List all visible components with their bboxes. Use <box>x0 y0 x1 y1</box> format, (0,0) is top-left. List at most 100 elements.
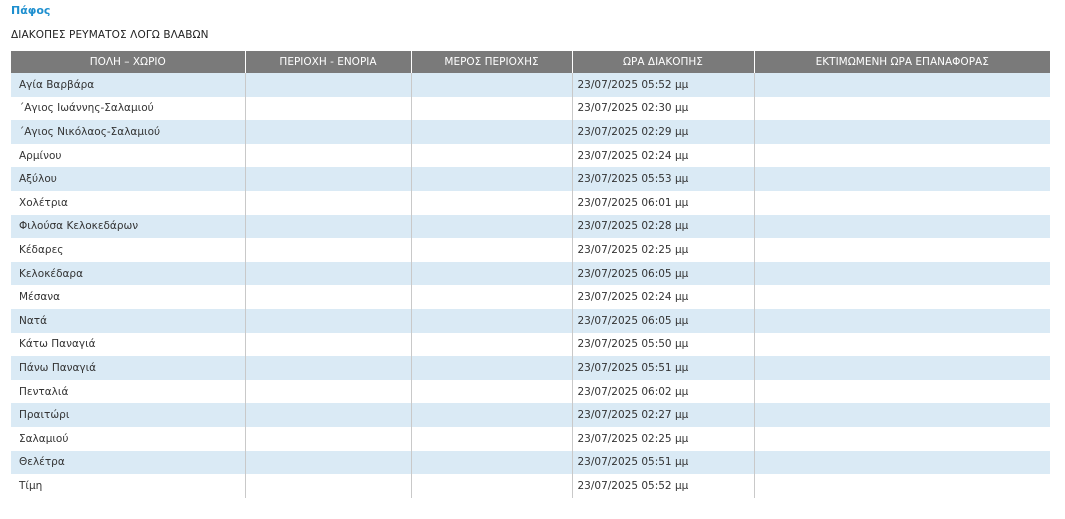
cell-area-part <box>411 167 573 191</box>
cell-area-part <box>411 190 573 215</box>
cell-outage-time: 23/07/2025 06:01 μμ <box>572 190 755 215</box>
cell-outage-time: 23/07/2025 05:52 μμ <box>572 474 755 498</box>
cell-village: Μέσανα <box>11 285 246 309</box>
table-row: Σαλαμιού 23/07/2025 02:25 μμ <box>11 426 1050 451</box>
cell-parish <box>245 379 412 404</box>
cell-restore-time <box>754 403 1050 427</box>
cell-parish <box>245 143 412 168</box>
cell-parish <box>245 285 412 309</box>
cell-parish <box>245 332 412 357</box>
cell-restore-time <box>754 450 1050 475</box>
cell-restore-time <box>754 426 1050 451</box>
cell-village: Αρμίνου <box>11 143 246 168</box>
cell-restore-time <box>754 308 1050 333</box>
cell-restore-time <box>754 73 1050 97</box>
cell-village: Κέδαρες <box>11 238 246 262</box>
cell-area-part <box>411 332 573 357</box>
table-row: Κάτω Παναγιά 23/07/2025 05:50 μμ <box>11 332 1050 357</box>
cell-outage-time: 23/07/2025 02:28 μμ <box>572 214 755 239</box>
cell-village: Νατά <box>11 308 246 333</box>
cell-parish <box>245 426 412 451</box>
cell-outage-time: 23/07/2025 05:51 μμ <box>572 356 755 380</box>
cell-outage-time: 23/07/2025 06:02 μμ <box>572 379 755 404</box>
outages-table: ΠΟΛΗ – ΧΩΡΙΟ ΠΕΡΙΟΧΗ - ΕΝΟΡΙΑ ΜΕΡΟΣ ΠΕΡΙ… <box>11 51 1050 498</box>
cell-parish <box>245 167 412 191</box>
cell-restore-time <box>754 474 1050 498</box>
cell-area-part <box>411 285 573 309</box>
table-row: Κελοκέδαρα 23/07/2025 06:05 μμ <box>11 261 1050 286</box>
cell-village: Φιλούσα Κελοκεδάρων <box>11 214 246 239</box>
cell-outage-time: 23/07/2025 05:50 μμ <box>572 332 755 357</box>
cell-outage-time: 23/07/2025 02:24 μμ <box>572 285 755 309</box>
cell-outage-time: 23/07/2025 06:05 μμ <box>572 308 755 333</box>
cell-area-part <box>411 238 573 262</box>
cell-parish <box>245 73 412 97</box>
cell-area-part <box>411 96 573 121</box>
table-row: ΄Αγιος Ιωάννης-Σαλαμιού 23/07/2025 02:30 … <box>11 96 1050 121</box>
cell-outage-time: 23/07/2025 05:53 μμ <box>572 167 755 191</box>
cell-village: Τίμη <box>11 474 246 498</box>
cell-village: Κάτω Παναγιά <box>11 332 246 357</box>
table-row: Πάνω Παναγιά 23/07/2025 05:51 μμ <box>11 356 1050 380</box>
table-row: Πραιτώρι 23/07/2025 02:27 μμ <box>11 403 1050 427</box>
cell-area-part <box>411 379 573 404</box>
cell-outage-time: 23/07/2025 02:24 μμ <box>572 143 755 168</box>
cell-outage-time: 23/07/2025 02:25 μμ <box>572 426 755 451</box>
cell-restore-time <box>754 356 1050 380</box>
cell-parish <box>245 356 412 380</box>
column-header-outage-time: ΩΡΑ ΔΙΑΚΟΠΗΣ <box>572 51 755 73</box>
table-row: Αγία Βαρβάρα 23/07/2025 05:52 μμ <box>11 73 1050 97</box>
cell-restore-time <box>754 96 1050 121</box>
cell-parish <box>245 190 412 215</box>
cell-village: Πενταλιά <box>11 379 246 404</box>
cell-area-part <box>411 356 573 380</box>
table-header-row: ΠΟΛΗ – ΧΩΡΙΟ ΠΕΡΙΟΧΗ - ΕΝΟΡΙΑ ΜΕΡΟΣ ΠΕΡΙ… <box>11 51 1050 73</box>
table-row: Κέδαρες 23/07/2025 02:25 μμ <box>11 238 1050 262</box>
table-row: Χολέτρια 23/07/2025 06:01 μμ <box>11 190 1050 215</box>
cell-village: Πραιτώρι <box>11 403 246 427</box>
cell-restore-time <box>754 332 1050 357</box>
table-body: Αγία Βαρβάρα 23/07/2025 05:52 μμ ΄Αγιος Ιω… <box>11 73 1050 498</box>
cell-outage-time: 23/07/2025 06:05 μμ <box>572 261 755 286</box>
cell-village: Πάνω Παναγιά <box>11 356 246 380</box>
cell-area-part <box>411 214 573 239</box>
cell-parish <box>245 403 412 427</box>
cell-outage-time: 23/07/2025 02:29 μμ <box>572 120 755 144</box>
cell-village: Θελέτρα <box>11 450 246 475</box>
cell-parish <box>245 308 412 333</box>
cell-village: ΄Αγιος Ιωάννης-Σαλαμιού <box>11 96 246 121</box>
cell-parish <box>245 261 412 286</box>
cell-restore-time <box>754 238 1050 262</box>
table-row: Φιλούσα Κελοκεδάρων 23/07/2025 02:28 μμ <box>11 214 1050 239</box>
page-heading: ΔΙΑΚΟΠΕΣ ΡΕΥΜΑΤΟΣ ΛΟΓΩ ΒΛΑΒΩΝ <box>11 29 209 41</box>
cell-parish <box>245 214 412 239</box>
cell-village: Χολέτρια <box>11 190 246 215</box>
cell-parish <box>245 120 412 144</box>
cell-area-part <box>411 474 573 498</box>
cell-restore-time <box>754 120 1050 144</box>
table-row: Τίμη 23/07/2025 05:52 μμ <box>11 474 1050 498</box>
cell-area-part <box>411 403 573 427</box>
cell-restore-time <box>754 379 1050 404</box>
table-row: ΄Αγιος Νικόλαος-Σαλαμιού 23/07/2025 02:29… <box>11 120 1050 144</box>
cell-village: Αγία Βαρβάρα <box>11 73 246 97</box>
table-row: Πενταλιά 23/07/2025 06:02 μμ <box>11 379 1050 404</box>
table-row: Νατά 23/07/2025 06:05 μμ <box>11 308 1050 333</box>
table-row: Μέσανα 23/07/2025 02:24 μμ <box>11 285 1050 309</box>
cell-outage-time: 23/07/2025 02:25 μμ <box>572 238 755 262</box>
column-header-area-part: ΜΕΡΟΣ ΠΕΡΙΟΧΗΣ <box>411 51 573 73</box>
cell-village: Κελοκέδαρα <box>11 261 246 286</box>
cell-parish <box>245 450 412 475</box>
cell-area-part <box>411 143 573 168</box>
cell-village: ΄Αγιος Νικόλαος-Σαλαμιού <box>11 120 246 144</box>
cell-parish <box>245 96 412 121</box>
region-link-pafos[interactable]: Πάφος <box>11 4 50 17</box>
cell-village: Σαλαμιού <box>11 426 246 451</box>
cell-outage-time: 23/07/2025 02:27 μμ <box>572 403 755 427</box>
cell-outage-time: 23/07/2025 05:51 μμ <box>572 450 755 475</box>
cell-restore-time <box>754 261 1050 286</box>
cell-restore-time <box>754 167 1050 191</box>
cell-area-part <box>411 120 573 144</box>
cell-area-part <box>411 450 573 475</box>
cell-area-part <box>411 308 573 333</box>
